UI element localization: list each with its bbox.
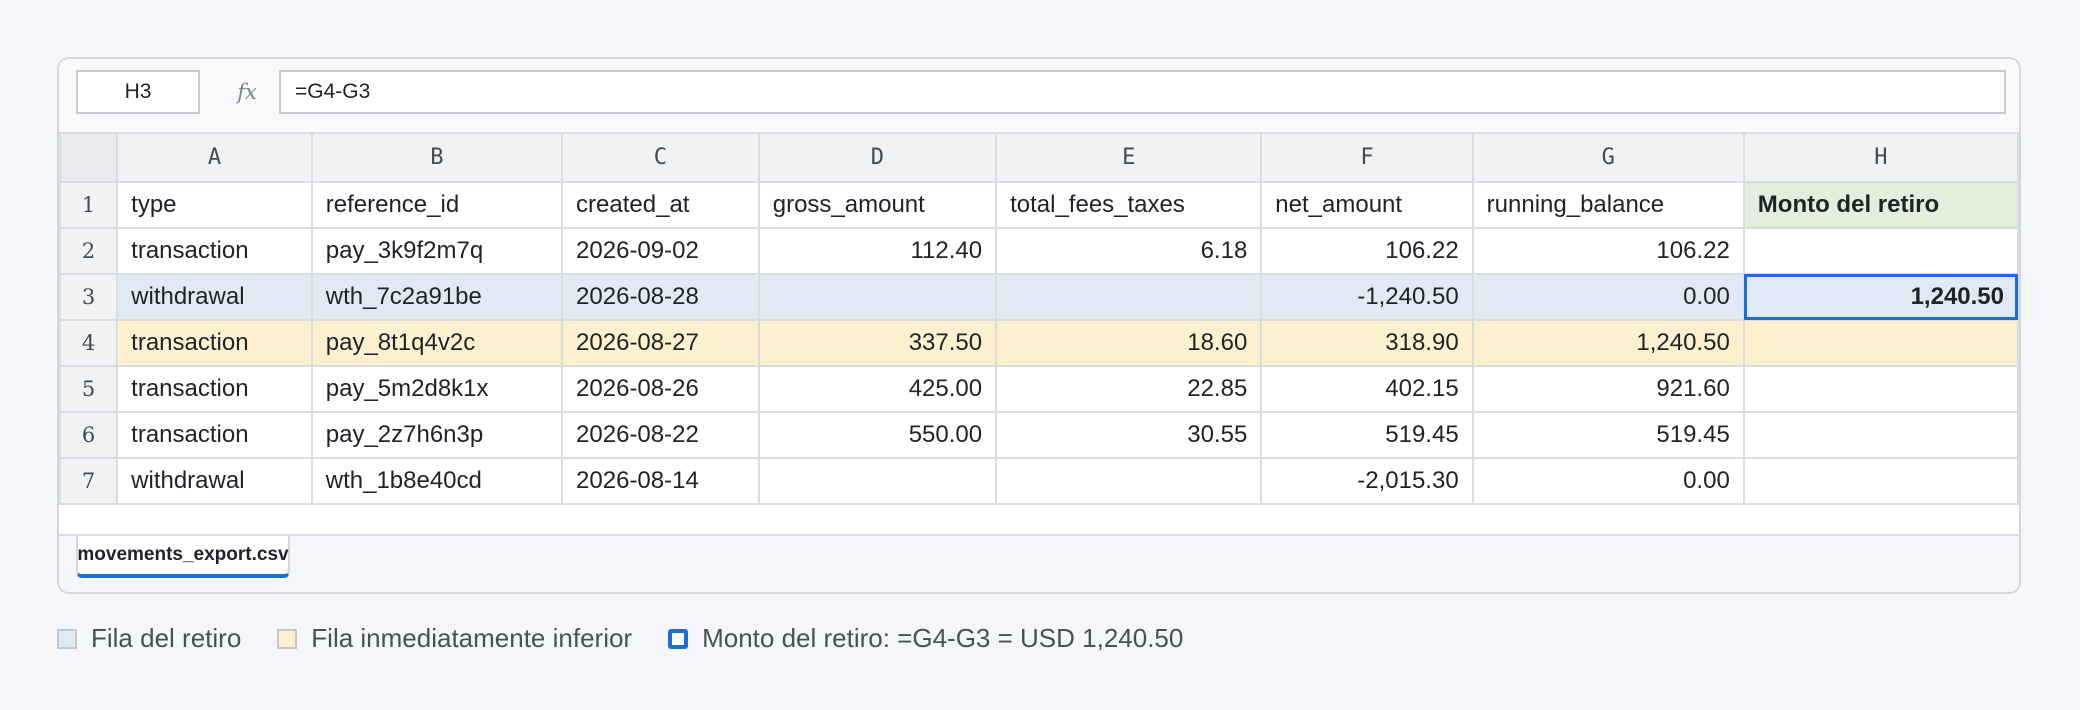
fx-icon: fx [237, 80, 257, 104]
column-header-g[interactable]: G [1471, 132, 1745, 183]
blue-swatch [57, 628, 77, 649]
table-row: 5 transaction pay_5m2d8k1x 2026-08-26 42… [59, 365, 2019, 413]
cell-f6[interactable]: 519.45 [1260, 411, 1474, 459]
sheet-tab-bar: movements_export.csv [59, 534, 2019, 592]
cell-b6[interactable]: pay_2z7h6n3p [310, 411, 564, 459]
cell-e5[interactable]: 22.85 [995, 365, 1263, 413]
yellow-swatch [277, 628, 298, 649]
cell-d3[interactable] [757, 273, 998, 321]
column-header-d[interactable]: D [757, 132, 998, 183]
table-row: 1 type reference_id created_at gross_amo… [59, 181, 2019, 229]
column-header-e[interactable]: E [995, 132, 1263, 183]
cell-f5[interactable]: 402.15 [1260, 365, 1474, 413]
cell-h5[interactable] [1742, 365, 2019, 413]
row-header[interactable]: 1 [59, 181, 119, 229]
cell-c1[interactable]: created_at [561, 181, 760, 229]
cell-h4[interactable] [1742, 319, 2019, 367]
row-header[interactable]: 2 [59, 227, 119, 275]
name-box[interactable]: H3 [76, 70, 200, 114]
cell-g5[interactable]: 921.60 [1471, 365, 1745, 413]
selection-swatch [668, 628, 689, 649]
legend-item-row-below: Fila inmediatamente inferior [277, 623, 632, 654]
column-header-c[interactable]: C [561, 132, 760, 183]
legend-item-withdrawal-row: Fila del retiro [57, 623, 241, 654]
row-header[interactable]: 7 [59, 457, 119, 505]
cell-f1[interactable]: net_amount [1260, 181, 1474, 229]
cell-c6[interactable]: 2026-08-22 [561, 411, 760, 459]
legend-label: Fila del retiro [91, 623, 242, 653]
cell-a7[interactable]: withdrawal [116, 457, 313, 505]
cell-h1[interactable]: Monto del retiro [1742, 181, 2019, 229]
table-row-withdrawal: 3 withdrawal wth_7c2a91be 2026-08-28 -1,… [59, 273, 2019, 321]
formula-bar: H3 fx =G4-G3 [59, 59, 2019, 134]
table-row: 6 transaction pay_2z7h6n3p 2026-08-22 55… [59, 411, 2019, 459]
cell-e6[interactable]: 30.55 [995, 411, 1263, 459]
cell-e2[interactable]: 6.18 [995, 227, 1263, 275]
cell-a6[interactable]: transaction [116, 411, 313, 459]
cell-a5[interactable]: transaction [116, 365, 313, 413]
cell-grid: A B C D E F G H 1 type reference_id crea… [59, 132, 2019, 505]
cell-g6[interactable]: 519.45 [1471, 411, 1745, 459]
cell-d1[interactable]: gross_amount [757, 181, 998, 229]
column-header-h[interactable]: H [1742, 132, 2019, 183]
legend-item-amount: Monto del retiro: =G4-G3 = USD 1,240.50 [668, 623, 1183, 654]
cell-g3[interactable]: 0.00 [1471, 273, 1745, 321]
row-header[interactable]: 5 [59, 365, 119, 413]
select-all-corner[interactable] [59, 132, 119, 183]
cell-e7[interactable] [995, 457, 1263, 505]
cell-b5[interactable]: pay_5m2d8k1x [310, 365, 564, 413]
cell-f7[interactable]: -2,015.30 [1260, 457, 1474, 505]
cell-h2[interactable] [1742, 227, 2019, 275]
table-row: 7 withdrawal wth_1b8e40cd 2026-08-14 -2,… [59, 457, 2019, 505]
cell-f2[interactable]: 106.22 [1260, 227, 1474, 275]
cell-e1[interactable]: total_fees_taxes [995, 181, 1263, 229]
sheet-tab-movements[interactable]: movements_export.csv [76, 536, 290, 578]
legend: Fila del retiro Fila inmediatamente infe… [57, 623, 1219, 654]
cell-c7[interactable]: 2026-08-14 [561, 457, 760, 505]
cell-e3[interactable] [995, 273, 1263, 321]
cell-b4[interactable]: pay_8t1q4v2c [310, 319, 564, 367]
cell-c4[interactable]: 2026-08-27 [561, 319, 760, 367]
cell-d4[interactable]: 337.50 [757, 319, 998, 367]
cell-a2[interactable]: transaction [116, 227, 313, 275]
selected-cell-h3[interactable]: 1,240.50 [1742, 273, 2019, 321]
formula-input[interactable]: =G4-G3 [279, 70, 2006, 114]
legend-label: Monto del retiro: =G4-G3 = USD 1,240.50 [702, 623, 1184, 653]
cell-e4[interactable]: 18.60 [995, 319, 1263, 367]
cell-d6[interactable]: 550.00 [757, 411, 998, 459]
row-header[interactable]: 6 [59, 411, 119, 459]
table-row: 2 transaction pay_3k9f2m7q 2026-09-02 11… [59, 227, 2019, 275]
column-header-row: A B C D E F G H [59, 132, 2019, 183]
cell-d2[interactable]: 112.40 [757, 227, 998, 275]
cell-g1[interactable]: running_balance [1471, 181, 1745, 229]
cell-g2[interactable]: 106.22 [1471, 227, 1745, 275]
cell-c2[interactable]: 2026-09-02 [561, 227, 760, 275]
cell-b3[interactable]: wth_7c2a91be [310, 273, 564, 321]
row-header[interactable]: 4 [59, 319, 119, 367]
cell-d5[interactable]: 425.00 [757, 365, 998, 413]
table-row-below: 4 transaction pay_8t1q4v2c 2026-08-27 33… [59, 319, 2019, 367]
cell-d7[interactable] [757, 457, 998, 505]
cell-h6[interactable] [1742, 411, 2019, 459]
cell-g7[interactable]: 0.00 [1471, 457, 1745, 505]
cell-b2[interactable]: pay_3k9f2m7q [310, 227, 564, 275]
cell-a1[interactable]: type [116, 181, 313, 229]
cell-b7[interactable]: wth_1b8e40cd [310, 457, 564, 505]
cell-b1[interactable]: reference_id [310, 181, 564, 229]
cell-c5[interactable]: 2026-08-26 [561, 365, 760, 413]
cell-g4[interactable]: 1,240.50 [1471, 319, 1745, 367]
cell-f4[interactable]: 318.90 [1260, 319, 1474, 367]
column-header-a[interactable]: A [116, 132, 313, 183]
cell-c3[interactable]: 2026-08-28 [561, 273, 760, 321]
cell-a4[interactable]: transaction [116, 319, 313, 367]
cell-a3[interactable]: withdrawal [116, 273, 313, 321]
row-header[interactable]: 3 [59, 273, 119, 321]
column-header-b[interactable]: B [310, 132, 564, 183]
legend-label: Fila inmediatamente inferior [311, 623, 633, 653]
cell-h7[interactable] [1742, 457, 2019, 505]
spreadsheet-window: H3 fx =G4-G3 A B C D E F G H 1 type refe… [57, 57, 2021, 594]
cell-f3[interactable]: -1,240.50 [1260, 273, 1474, 321]
column-header-f[interactable]: F [1260, 132, 1474, 183]
